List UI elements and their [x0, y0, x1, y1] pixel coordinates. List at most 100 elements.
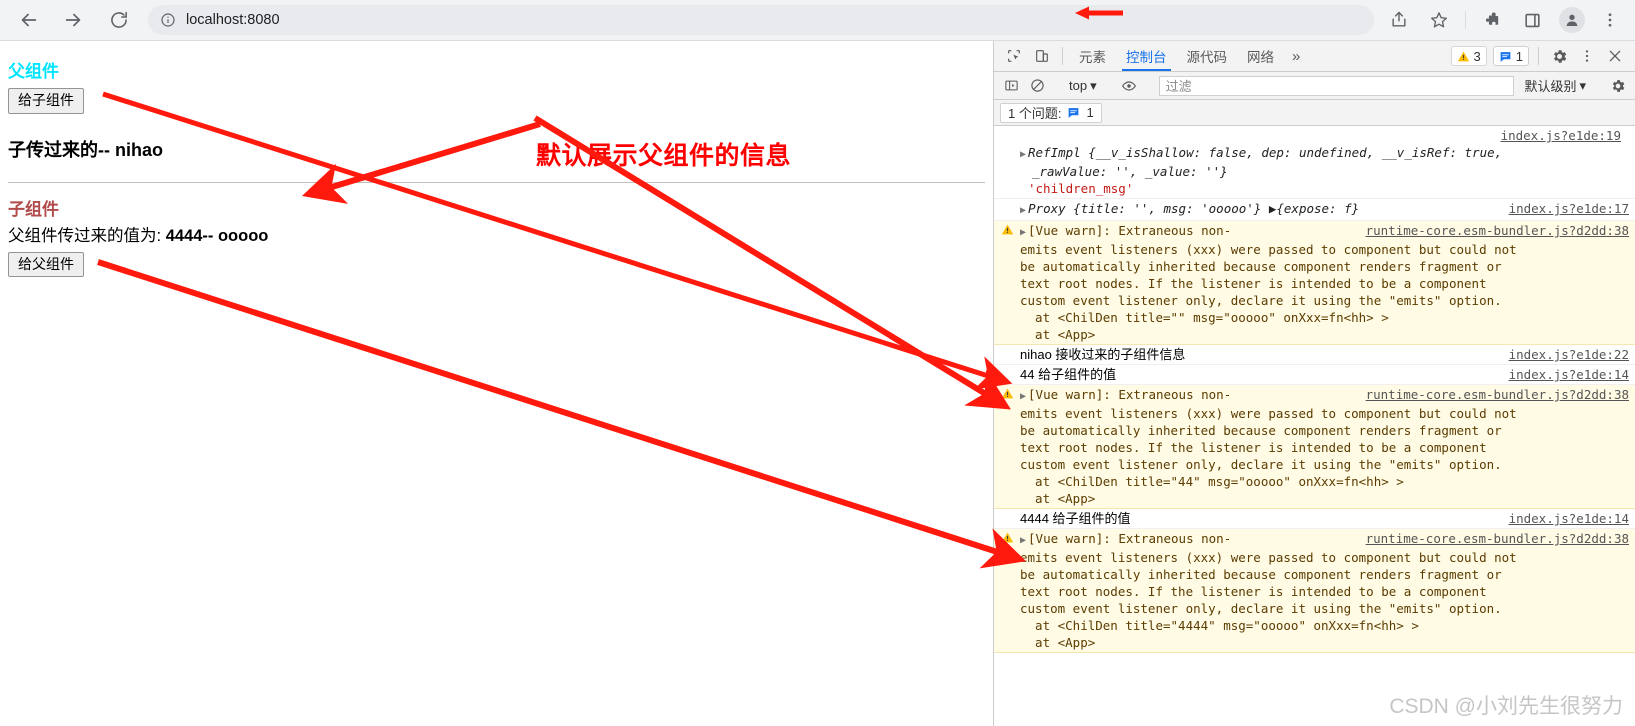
- console-filter-input[interactable]: 过滤: [1158, 75, 1515, 96]
- issues-label: 1 个问题:: [1008, 106, 1062, 121]
- tabbar-divider-2: [1538, 47, 1539, 65]
- console-toolbar: top ▾ 过滤 默认级别 ▾: [994, 72, 1635, 100]
- extensions-icon[interactable]: [1477, 5, 1507, 35]
- child-value: 4444-- ooooo: [165, 226, 269, 245]
- page-viewport: 父组件 给子组件 子传过来的-- nihao 子组件 父组件传过来的值为: 44…: [0, 41, 993, 726]
- warn-head-1: [Vue warn]: Extraneous non-: [1028, 223, 1232, 238]
- source-link-3[interactable]: index.js?e1de:22: [1509, 346, 1629, 363]
- execution-context-selector[interactable]: top ▾: [1063, 78, 1103, 94]
- message-body-3: nihao 接收过来的子组件信息 index.js?e1de:22: [1020, 346, 1631, 363]
- warning-body-1: ▶ [Vue warn]: Extraneous non- runtime-cor…: [1020, 222, 1631, 343]
- source-link-warn-3[interactable]: runtime-core.esm-bundler.js?d2dd:38: [1366, 530, 1629, 547]
- expand-triangle-warn-3[interactable]: ▶: [1020, 535, 1026, 546]
- tab-sources[interactable]: 源代码: [1177, 41, 1238, 71]
- toolbar-divider: [1465, 11, 1466, 29]
- warning-triangle-icon-1: [1001, 224, 1013, 235]
- message-bubble-icon-2: [1069, 108, 1079, 118]
- site-info-icon[interactable]: [160, 12, 176, 28]
- console-message-refimpl[interactable]: index.js?e1de:19 ▶ RefImpl {__v_isShallow…: [994, 126, 1635, 199]
- console-message-list[interactable]: index.js?e1de:19 ▶ RefImpl {__v_isShallow…: [994, 126, 1635, 726]
- page-content: 父组件 给子组件 子传过来的-- nihao 子组件 父组件传过来的值为: 44…: [0, 41, 993, 277]
- refimpl-props-2: _rawValue: '', _value: ''}: [1032, 164, 1228, 179]
- console-message-vue-warn-2[interactable]: ▶ [Vue warn]: Extraneous non- runtime-cor…: [994, 385, 1635, 509]
- tab-elements[interactable]: 元素: [1069, 41, 1116, 71]
- tab-console[interactable]: 控制台: [1116, 41, 1177, 71]
- console-message-44[interactable]: 44 给子组件的值 index.js?e1de:14: [994, 365, 1635, 385]
- console-message-nihao[interactable]: nihao 接收过来的子组件信息 index.js?e1de:22: [994, 345, 1635, 365]
- live-expression-eye-icon[interactable]: [1116, 73, 1142, 99]
- source-link-warn-2[interactable]: runtime-core.esm-bundler.js?d2dd:38: [1366, 386, 1629, 403]
- issues-count: 1: [1086, 105, 1094, 120]
- warn-line-1-2: text root nodes. If the listener is inte…: [1020, 276, 1487, 291]
- back-icon[interactable]: [14, 5, 44, 35]
- message-count-badge[interactable]: 1: [1492, 46, 1529, 66]
- url-text: localhost:8080: [186, 12, 280, 28]
- console-filter-placeholder: 过滤: [1165, 79, 1192, 94]
- warn-at-2-0: at <ChilDen title="44" msg="ooooo" onXxx…: [1020, 474, 1404, 489]
- gear-icon[interactable]: [1545, 41, 1573, 71]
- source-link-4[interactable]: index.js?e1de:14: [1509, 366, 1629, 383]
- expand-triangle-icon[interactable]: ▶: [1020, 149, 1026, 160]
- console-message-vue-warn-1[interactable]: ▶ [Vue warn]: Extraneous non- runtime-cor…: [994, 221, 1635, 345]
- warn-line-1-0: emits event listeners (xxx) were passed …: [1020, 242, 1517, 257]
- console-message-vue-warn-3[interactable]: ▶ [Vue warn]: Extraneous non- runtime-cor…: [994, 529, 1635, 653]
- more-tabs-icon[interactable]: »: [1284, 41, 1308, 71]
- execution-context-value: top: [1069, 78, 1088, 93]
- browser-window: localhost:8080 父组件 给子组件 子传过来的-- nihao 子组…: [0, 0, 1635, 726]
- inspect-element-icon[interactable]: [1000, 41, 1028, 71]
- parent-received-text: 子传过来的-- nihao: [8, 139, 163, 160]
- give-parent-button[interactable]: 给父组件: [8, 251, 84, 277]
- issues-bar[interactable]: 1 个问题: 1: [994, 100, 1635, 126]
- address-bar[interactable]: localhost:8080: [148, 5, 1374, 35]
- console-settings-gear-icon[interactable]: [1605, 73, 1631, 99]
- bookmark-star-icon[interactable]: [1424, 5, 1454, 35]
- console-message-4444[interactable]: 4444 给子组件的值 index.js?e1de:14: [994, 509, 1635, 529]
- tabbar-spacer: [1308, 41, 1447, 71]
- message-gutter-2: [994, 200, 1020, 219]
- console-level-selector[interactable]: 默认级别 ▾: [1518, 76, 1592, 95]
- nihao-text: nihao 接收过来的子组件信息: [1020, 347, 1186, 362]
- side-panel-icon[interactable]: [1517, 5, 1547, 35]
- more-vertical-icon[interactable]: [1573, 41, 1601, 71]
- message-gutter-4: [994, 366, 1020, 383]
- warn-head-2: [Vue warn]: Extraneous non-: [1028, 387, 1232, 402]
- device-toolbar-icon[interactable]: [1028, 41, 1056, 71]
- warn-line-1-3: custom event listener only, declare it u…: [1020, 293, 1502, 308]
- share-icon[interactable]: [1384, 5, 1414, 35]
- warn-line-3-0: emits event listeners (xxx) were passed …: [1020, 550, 1517, 565]
- console-sidebar-icon[interactable]: [998, 73, 1024, 99]
- close-icon[interactable]: [1601, 41, 1629, 71]
- refimpl-props: __v_isShallow: false, dep: undefined, __…: [1095, 145, 1503, 160]
- browser-menu-icon[interactable]: [1597, 5, 1623, 35]
- tab-network[interactable]: 网络: [1237, 41, 1284, 71]
- warning-gutter: [994, 222, 1020, 343]
- children-msg-string: 'children_msg': [1028, 181, 1134, 196]
- warning-gutter-3: [994, 530, 1020, 651]
- reload-icon[interactable]: [104, 5, 134, 35]
- warning-gutter-2: [994, 386, 1020, 507]
- warn-line-2-3: custom event listener only, declare it u…: [1020, 457, 1502, 472]
- expand-triangle-warn-2[interactable]: ▶: [1020, 391, 1026, 402]
- source-link-warn-1[interactable]: runtime-core.esm-bundler.js?d2dd:38: [1366, 222, 1629, 239]
- warning-count-badge[interactable]: 3: [1450, 46, 1487, 66]
- source-link[interactable]: index.js?e1de:19: [1501, 128, 1621, 143]
- source-link-2[interactable]: index.js?e1de:17: [1509, 200, 1629, 217]
- warn-at-3-0: at <ChilDen title="4444" msg="ooooo" onX…: [1020, 618, 1419, 633]
- avatar[interactable]: [1557, 5, 1587, 35]
- clear-console-icon[interactable]: [1024, 73, 1050, 99]
- warning-body-3: ▶ [Vue warn]: Extraneous non- runtime-cor…: [1020, 530, 1631, 651]
- expand-triangle-icon-2[interactable]: ▶: [1020, 205, 1026, 216]
- proxy-text: Proxy {title: '', msg: 'ooooo'} ▶{expose…: [1028, 201, 1360, 216]
- issues-chip[interactable]: 1 个问题: 1: [1000, 102, 1102, 123]
- warn-line-2-1: be automatically inherited because compo…: [1020, 423, 1502, 438]
- console-message-proxy[interactable]: ▶ Proxy {title: '', msg: 'ooooo'} ▶{expos…: [994, 199, 1635, 221]
- give-child-button[interactable]: 给子组件: [8, 88, 84, 114]
- annotation-text: 默认展示父组件的信息: [536, 142, 792, 170]
- warn-at-1-1: at <App>: [1020, 327, 1096, 342]
- message-body-5: 4444 给子组件的值 index.js?e1de:14: [1020, 510, 1631, 527]
- warn-line-3-2: text root nodes. If the listener is inte…: [1020, 584, 1487, 599]
- forward-icon[interactable]: [58, 5, 88, 35]
- source-link-5[interactable]: index.js?e1de:14: [1509, 510, 1629, 527]
- chevron-down-icon: ▾: [1090, 77, 1097, 93]
- expand-triangle-warn-1[interactable]: ▶: [1020, 227, 1026, 238]
